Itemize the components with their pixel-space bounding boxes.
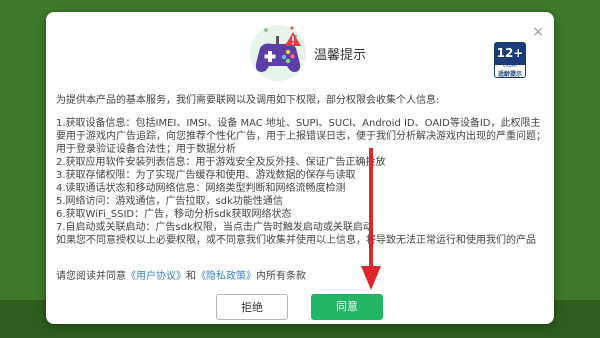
privacy-policy-link[interactable]: 《隐私政策》 [196, 271, 256, 282]
consent-and: 和 [186, 271, 196, 282]
age-rating-number: 12+ [495, 43, 525, 65]
permission-item: 3.获取存储权限：为了实现广告缓存和使用、游戏数据的保存与读取 [56, 170, 356, 181]
permission-item: 5.网络访问：游戏通信，广告拉取，sdk功能性通信 [56, 196, 283, 207]
permission-intro: 为提供本产品的基本服务，我们需要联网以及调用如下权限，部分权限会收集个人信息: [56, 95, 440, 106]
dialog-title: 温馨提示 [314, 48, 367, 63]
permission-item: 2.获取应用软件安装列表信息：用于游戏安全及反外挂、保证广告正确投放 [56, 157, 386, 168]
permission-item: 6.获取WiFi_SSID：广告，移动分析sdk获取网络状态 [56, 209, 292, 220]
permission-dialog: 温馨提示 12+ CADPA 适龄提示 × 为提供本产品的基本服务，我们需要联网… [46, 12, 554, 324]
permission-item: 如果您不同意授权以上必要权限，或不同意我们收集并使用以上信息，将导致无法正常运行… [56, 235, 536, 246]
permission-item: 1.获取设备信息：包括IMEI、IMSI、设备 MAC 地址、SUPI、SUCI… [56, 118, 546, 155]
consent-text: 请您阅读并同意《用户协议》和《隐私政策》内所有条款 [56, 270, 546, 283]
permission-item: 4.读取通话状态和移动网络信息：网络类型判断和网络流畅度检测 [56, 183, 346, 194]
user-agreement-link[interactable]: 《用户协议》 [126, 271, 186, 282]
decline-button[interactable]: 拒绝 [216, 294, 288, 320]
gamepad-alert-icon [246, 20, 310, 84]
agree-button[interactable]: 同意 [311, 294, 383, 320]
permission-item: 7.自启动或关联启动：广告sdk权限，当点击广告时触发启动或关联启动 [56, 222, 373, 233]
age-rating-caption: 适龄提示 [497, 71, 522, 78]
consent-prefix: 请您阅读并同意 [56, 271, 126, 282]
age-rating-org: CADPA [503, 63, 517, 68]
close-icon[interactable]: × [530, 24, 546, 40]
consent-suffix: 内所有条款 [256, 271, 306, 282]
permission-content: 为提供本产品的基本服务，我们需要联网以及调用如下权限，部分权限会收集个人信息: … [56, 94, 546, 274]
age-rating-badge: 12+ CADPA 适龄提示 [494, 42, 526, 78]
